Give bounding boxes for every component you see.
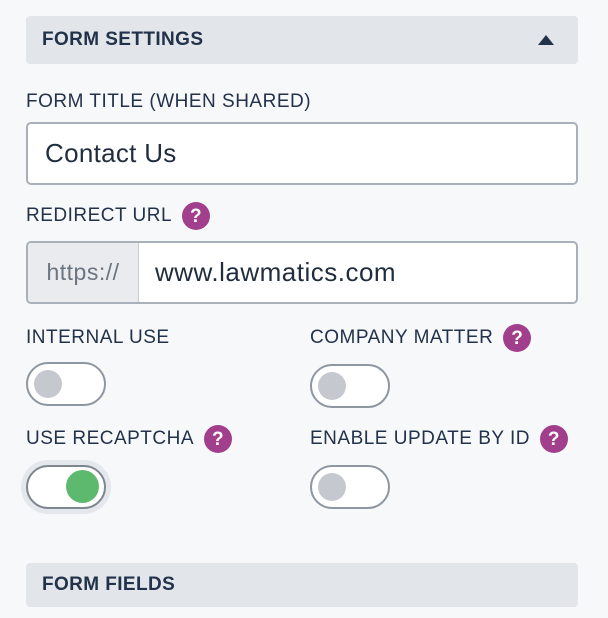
form-title-label-text: FORM TITLE (WHEN SHARED) — [26, 91, 312, 112]
question-icon[interactable]: ? — [204, 425, 233, 453]
form-settings-title: FORM SETTINGS — [42, 29, 204, 50]
toggle-knob — [66, 470, 99, 503]
form-settings-header[interactable]: FORM SETTINGS — [26, 16, 578, 64]
toggle-knob — [34, 370, 62, 398]
redirect-url-group: https:// — [26, 241, 578, 304]
url-prefix: https:// — [28, 243, 139, 302]
question-icon[interactable]: ? — [503, 324, 532, 352]
internal-use-toggle[interactable] — [26, 362, 106, 406]
question-icon[interactable]: ? — [182, 202, 211, 230]
toggle-knob — [318, 473, 346, 501]
company-matter-label: COMPANY MATTER ? — [310, 324, 532, 352]
form-settings-panel: FORM SETTINGS FORM TITLE (WHEN SHARED) R… — [0, 0, 608, 618]
enable-update-by-id-label: ENABLE UPDATE BY ID ? — [310, 425, 568, 453]
internal-use-label: INTERNAL USE — [26, 324, 170, 352]
form-title-label: FORM TITLE (WHEN SHARED) — [26, 89, 311, 115]
internal-use-label-text: INTERNAL USE — [26, 327, 170, 348]
toggle-knob — [318, 372, 346, 400]
form-fields-title: FORM FIELDS — [42, 574, 176, 595]
enable-update-by-id-label-text: ENABLE UPDATE BY ID — [310, 428, 530, 449]
enable-update-by-id-toggle[interactable] — [310, 465, 390, 509]
redirect-url-label: REDIRECT URL ? — [26, 202, 211, 230]
question-icon[interactable]: ? — [539, 425, 568, 453]
form-fields-header[interactable]: FORM FIELDS — [26, 563, 578, 607]
redirect-url-label-text: REDIRECT URL — [26, 205, 173, 226]
use-recaptcha-toggle[interactable] — [26, 465, 106, 509]
use-recaptcha-label: USE RECAPTCHA ? — [26, 425, 233, 453]
form-title-input[interactable] — [26, 122, 578, 185]
company-matter-label-text: COMPANY MATTER — [310, 327, 494, 348]
redirect-url-input[interactable] — [139, 243, 576, 302]
use-recaptcha-label-text: USE RECAPTCHA — [26, 428, 195, 449]
company-matter-toggle[interactable] — [310, 364, 390, 408]
caret-up-icon[interactable] — [538, 35, 554, 45]
